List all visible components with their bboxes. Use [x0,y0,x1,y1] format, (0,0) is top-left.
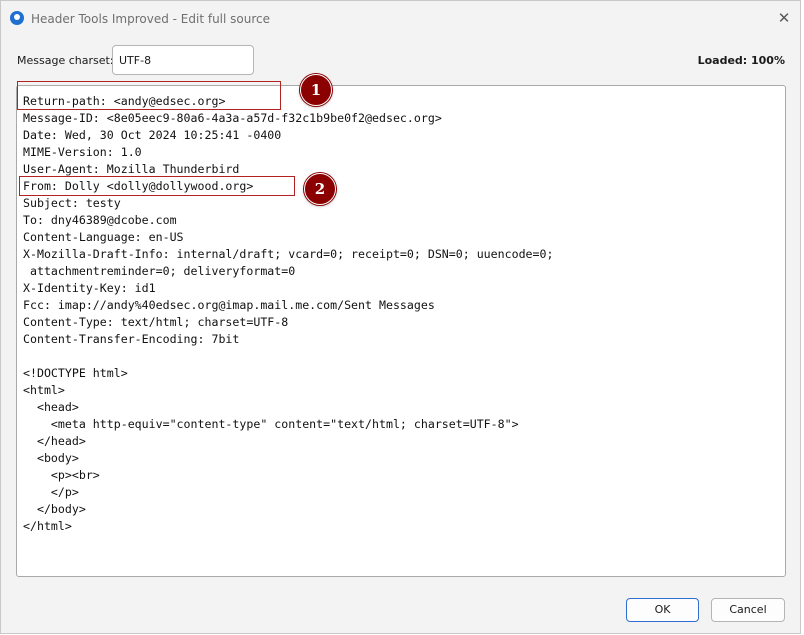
highlight-return-path [17,81,281,110]
window-title: Header Tools Improved - Edit full source [31,12,271,26]
source-editor[interactable]: Return-path: <andy@edsec.org> Message-ID… [16,85,786,577]
close-icon[interactable]: ✕ [776,10,792,26]
title-bar: Header Tools Improved - Edit full source… [1,1,800,37]
cancel-button[interactable]: Cancel [711,598,785,622]
annotation-badge-1: 1 [300,74,332,106]
charset-label: Message charset: [17,54,114,67]
highlight-from [19,176,295,196]
source-text[interactable]: Return-path: <andy@edsec.org> Message-ID… [23,93,553,535]
charset-input[interactable] [112,45,254,75]
loaded-status: Loaded: 100% [697,54,785,67]
ok-button[interactable]: OK [626,598,699,622]
dialog-window: Header Tools Improved - Edit full source… [0,0,801,634]
annotation-badge-2: 2 [304,173,336,205]
thunderbird-icon [10,11,24,25]
